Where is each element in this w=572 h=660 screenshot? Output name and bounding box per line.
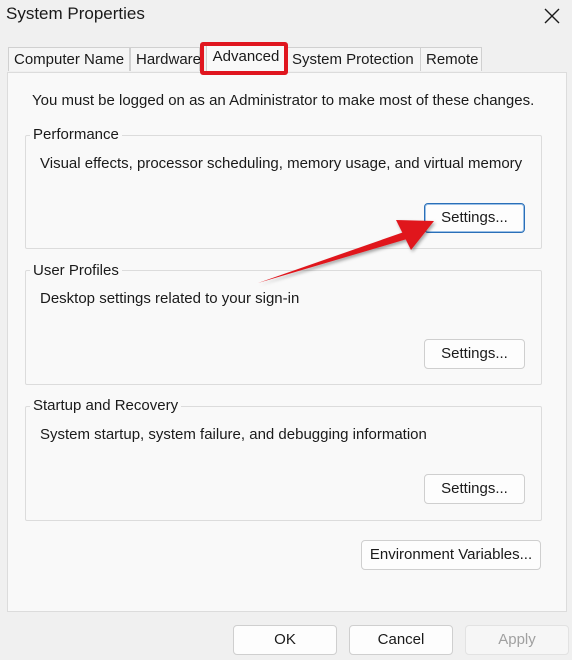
- admin-note: You must be logged on as an Administrato…: [32, 92, 535, 109]
- title-bar: System Properties: [0, 0, 572, 32]
- close-button[interactable]: [538, 2, 566, 30]
- user-profiles-group-label: User Profiles: [30, 262, 122, 279]
- tab-hardware[interactable]: Hardware: [130, 47, 201, 71]
- performance-settings-button[interactable]: Settings...: [424, 203, 525, 233]
- tab-advanced[interactable]: Advanced: [206, 44, 286, 72]
- tab-computer-name[interactable]: Computer Name: [8, 47, 130, 71]
- startup-recovery-group-label: Startup and Recovery: [30, 397, 182, 414]
- close-icon: [544, 8, 560, 24]
- user-profiles-description: Desktop settings related to your sign-in: [40, 290, 300, 307]
- environment-variables-button[interactable]: Environment Variables...: [361, 540, 541, 570]
- user-profiles-settings-button[interactable]: Settings...: [424, 339, 525, 369]
- tab-system-protection[interactable]: System Protection: [286, 47, 422, 71]
- apply-button[interactable]: Apply: [465, 625, 569, 655]
- system-properties-window: System Properties Computer Name Hardware…: [0, 0, 572, 660]
- performance-description: Visual effects, processor scheduling, me…: [40, 155, 523, 172]
- ok-button[interactable]: OK: [233, 625, 337, 655]
- window-title: System Properties: [6, 4, 145, 23]
- performance-group-label: Performance: [30, 126, 122, 143]
- startup-recovery-description: System startup, system failure, and debu…: [40, 426, 427, 443]
- tab-remote[interactable]: Remote: [420, 47, 482, 71]
- cancel-button[interactable]: Cancel: [349, 625, 453, 655]
- startup-recovery-settings-button[interactable]: Settings...: [424, 474, 525, 504]
